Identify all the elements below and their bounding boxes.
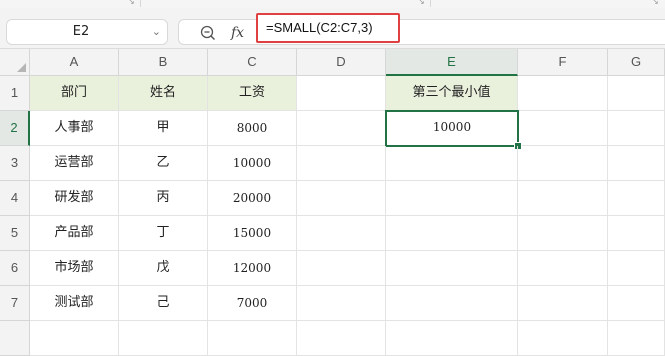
row-header-6[interactable]: 6 [0,251,30,286]
ribbon-separator [430,0,431,7]
cell-g1[interactable] [608,76,665,111]
cell-g4[interactable] [608,181,665,216]
cell-g2[interactable] [608,111,665,146]
cell-c4[interactable]: 20000 [208,181,297,216]
cell-b4[interactable]: 丙 [119,181,208,216]
cell-c2[interactable]: 8000 [208,111,297,146]
cell-c5[interactable]: 15000 [208,216,297,251]
column-header-g[interactable]: G [608,49,665,76]
cell-b8[interactable] [119,321,208,356]
cell-g7[interactable] [608,286,665,321]
cell-b1[interactable]: 姓名 [119,76,208,111]
cell-b3[interactable]: 乙 [119,146,208,181]
cell-e1[interactable]: 第三个最小值 [386,76,518,111]
cell-e4[interactable] [386,181,518,216]
row-header-2[interactable]: 2 [0,111,30,146]
cell-a5[interactable]: 产品部 [30,216,119,251]
row-header-3[interactable]: 3 [0,146,30,181]
chevron-down-icon[interactable]: ⌄ [152,20,161,44]
cell-e7[interactable] [386,286,518,321]
cell-b7[interactable]: 己 [119,286,208,321]
cell-e3[interactable] [386,146,518,181]
cell-d1[interactable] [297,76,386,111]
row-header-8[interactable] [0,321,30,356]
row-header-7[interactable]: 7 [0,286,30,321]
cell-a4[interactable]: 研发部 [30,181,119,216]
zoom-icon[interactable] [199,24,217,42]
cell-a1[interactable]: 部门 [30,76,119,111]
cell-f6[interactable] [518,251,608,286]
column-header-d[interactable]: D [297,49,386,76]
name-box-value: E2 [72,24,90,39]
cell-f8[interactable] [518,321,608,356]
cell-f3[interactable] [518,146,608,181]
cell-c8[interactable] [208,321,297,356]
column-header-c[interactable]: C [208,49,297,76]
cell-b2[interactable]: 甲 [119,111,208,146]
cell-a6[interactable]: 市场部 [30,251,119,286]
row-header-1[interactable]: 1 [0,76,30,111]
column-header-b[interactable]: B [119,49,208,76]
cell-a7[interactable]: 测试部 [30,286,119,321]
cell-c1[interactable]: 工资 [208,76,297,111]
formula-text: =SMALL(C2:C7,3) [266,20,373,35]
row-header-5[interactable]: 5 [0,216,30,251]
cell-g3[interactable] [608,146,665,181]
cell-c6[interactable]: 12000 [208,251,297,286]
cell-g8[interactable] [608,321,665,356]
cell-f5[interactable] [518,216,608,251]
ribbon-launcher-icon[interactable]: ↘ [418,0,425,6]
cell-e5[interactable] [386,216,518,251]
cell-a8[interactable] [30,321,119,356]
cell-e6[interactable] [386,251,518,286]
cell-f7[interactable] [518,286,608,321]
cell-d2[interactable] [297,111,386,146]
cell-b5[interactable]: 丁 [119,216,208,251]
cell-d6[interactable] [297,251,386,286]
cell-d3[interactable] [297,146,386,181]
name-box[interactable]: E2 ⌄ [6,19,168,45]
cell-a2[interactable]: 人事部 [30,111,119,146]
formula-input[interactable]: =SMALL(C2:C7,3) [256,13,400,43]
cell-d8[interactable] [297,321,386,356]
cell-f2[interactable] [518,111,608,146]
cell-f4[interactable] [518,181,608,216]
ribbon-separator [140,0,141,7]
column-header-e[interactable]: E [386,49,518,76]
cell-f1[interactable] [518,76,608,111]
cell-a3[interactable]: 运营部 [30,146,119,181]
cell-d4[interactable] [297,181,386,216]
fx-icon[interactable]: fx [231,22,244,44]
column-header-f[interactable]: F [518,49,608,76]
select-all-corner[interactable] [0,49,30,76]
ribbon-launcher-icon[interactable]: ↘ [128,0,135,6]
row-header-4[interactable]: 4 [0,181,30,216]
cell-d7[interactable] [297,286,386,321]
ribbon-launcher-icon[interactable]: ↘ [652,0,659,6]
cell-b6[interactable]: 戊 [119,251,208,286]
column-header-a[interactable]: A [30,49,119,76]
cell-c7[interactable]: 7000 [208,286,297,321]
cell-g5[interactable] [608,216,665,251]
cell-d5[interactable] [297,216,386,251]
formula-bar[interactable]: fx [178,19,665,45]
cell-e2-selected[interactable]: 10000 [385,110,519,147]
cell-g6[interactable] [608,251,665,286]
cell-e8[interactable] [386,321,518,356]
cell-c3[interactable]: 10000 [208,146,297,181]
